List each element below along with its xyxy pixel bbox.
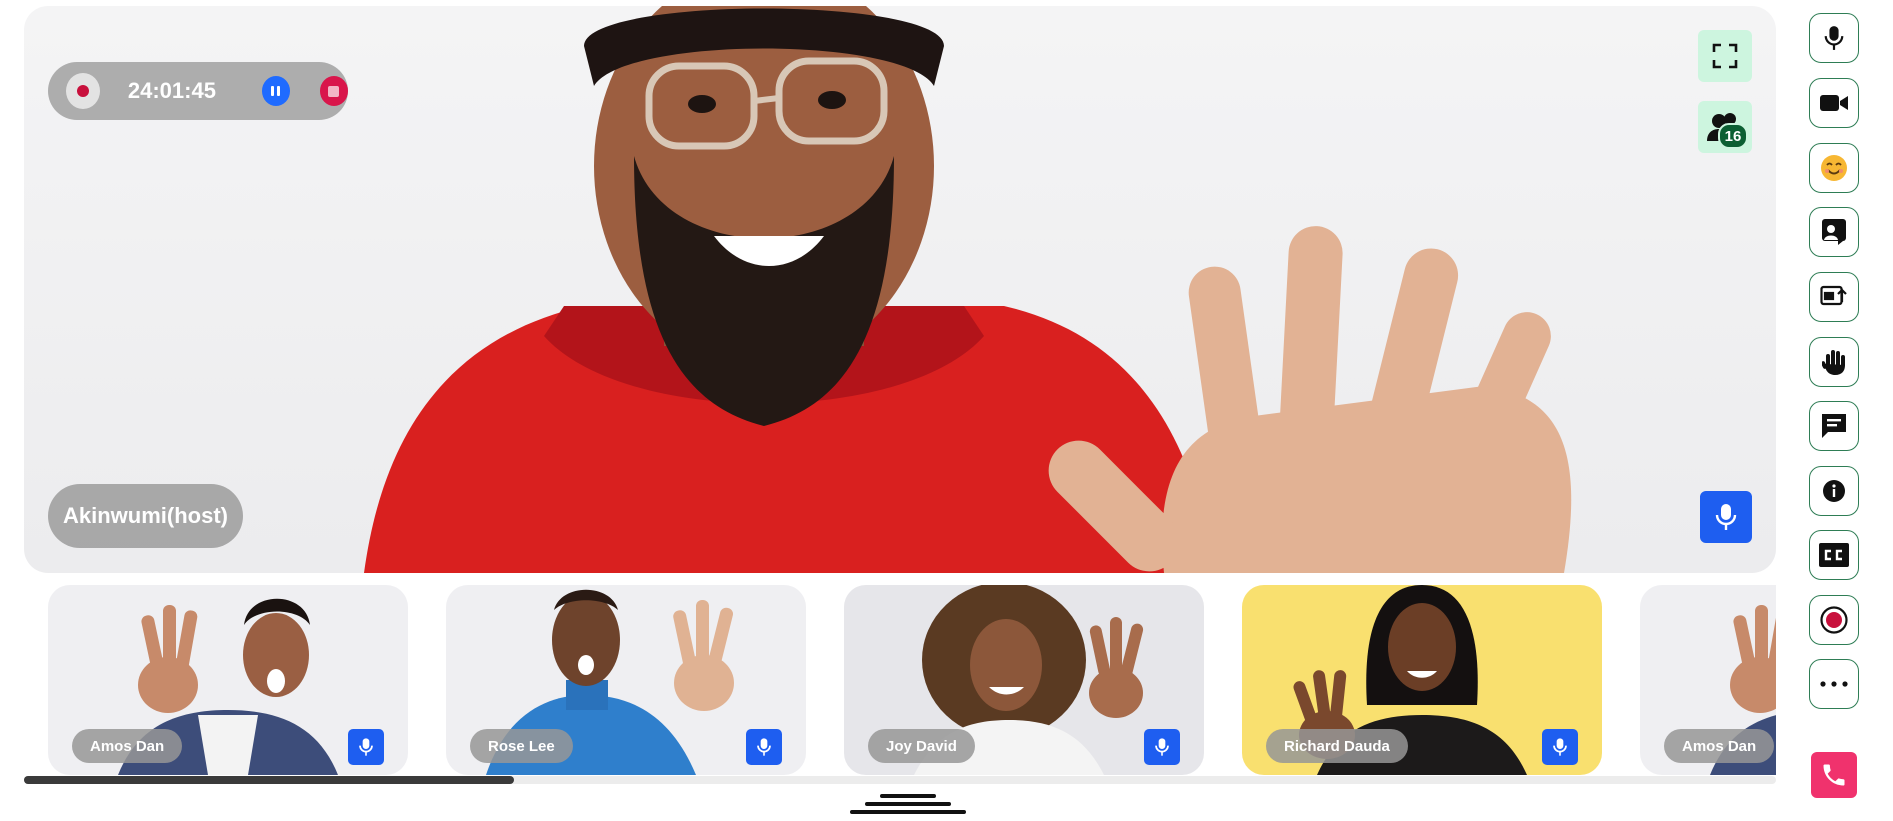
participant-tile[interactable]: Amos Dan	[48, 585, 408, 775]
more-icon	[1820, 681, 1848, 687]
video-camera-icon	[1820, 95, 1848, 111]
recording-indicator	[66, 73, 100, 109]
recording-controls: 24:01:45	[48, 62, 348, 120]
microphone-icon	[359, 738, 373, 756]
participant-name: Joy David	[868, 729, 975, 763]
toggle-microphone-button[interactable]	[1809, 13, 1859, 63]
scrollbar-thumb[interactable]	[24, 776, 514, 784]
end-call-button[interactable]	[1811, 752, 1857, 798]
participant-tile[interactable]: Amos Dan	[1640, 585, 1776, 775]
reactions-button[interactable]	[1809, 143, 1859, 193]
microphone-icon	[1715, 504, 1737, 530]
person-chat-button[interactable]	[1809, 207, 1859, 257]
microphone-icon	[757, 738, 771, 756]
more-options-button[interactable]	[1809, 659, 1859, 709]
record-button[interactable]	[1809, 595, 1859, 645]
chat-button[interactable]	[1809, 401, 1859, 451]
main-video-tile[interactable]: 24:01:45 16 Akinwumi(host)	[24, 6, 1776, 573]
chat-icon	[1822, 414, 1846, 438]
participants-button[interactable]: 16	[1698, 101, 1752, 153]
microphone-icon	[1824, 26, 1844, 50]
participant-name: Amos Dan	[72, 729, 183, 763]
raise-hand-button[interactable]	[1809, 337, 1859, 387]
raise-hand-icon	[1822, 350, 1845, 375]
participant-mic-button[interactable]	[1144, 729, 1180, 765]
share-screen-button[interactable]	[1809, 272, 1859, 322]
horizontal-scrollbar[interactable]	[24, 776, 1776, 784]
record-icon	[1820, 606, 1848, 634]
person-chat-icon	[1822, 219, 1846, 245]
toggle-camera-button[interactable]	[1809, 78, 1859, 128]
participant-mic-button[interactable]	[1542, 729, 1578, 765]
drag-handle-icon[interactable]	[850, 794, 966, 821]
participant-name: Rose Lee	[470, 729, 573, 763]
host-name-label: Akinwumi(host)	[48, 484, 243, 548]
stop-recording-button[interactable]	[319, 76, 348, 106]
microphone-icon	[1553, 738, 1567, 756]
participant-tile[interactable]: Rose Lee	[446, 585, 806, 775]
phone-icon	[1823, 764, 1845, 786]
participant-mic-button[interactable]	[746, 729, 782, 765]
closed-captions-button[interactable]	[1809, 530, 1859, 580]
right-toolbar	[1776, 0, 1893, 821]
participant-mic-button[interactable]	[348, 729, 384, 765]
closed-captions-icon	[1819, 543, 1849, 567]
fullscreen-icon	[1712, 43, 1738, 69]
participant-count-badge: 16	[1718, 123, 1748, 149]
fullscreen-button[interactable]	[1698, 30, 1752, 82]
pause-recording-button[interactable]	[261, 76, 290, 106]
meeting-info-button[interactable]	[1809, 466, 1859, 516]
participant-strip[interactable]: Amos Dan Rose Lee Joy David Richard Daud…	[48, 585, 1776, 775]
emoji-icon	[1821, 155, 1847, 181]
participant-name: Richard Dauda	[1266, 729, 1408, 763]
participant-name: Amos Dan	[1664, 729, 1775, 763]
main-speaker-mic-button[interactable]	[1700, 491, 1752, 543]
share-screen-icon	[1820, 285, 1847, 306]
info-icon	[1823, 480, 1845, 502]
recording-timer: 24:01:45	[127, 78, 216, 103]
participant-tile[interactable]: Joy David	[844, 585, 1204, 775]
participant-tile[interactable]: Richard Dauda	[1242, 585, 1602, 775]
microphone-icon	[1155, 738, 1169, 756]
